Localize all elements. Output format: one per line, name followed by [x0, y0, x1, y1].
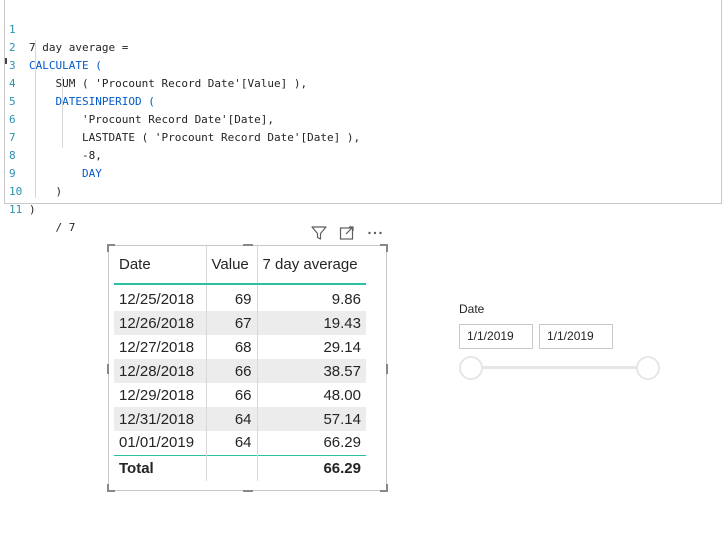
- total-7-day-average: 66.29: [256, 454, 366, 481]
- code-text: ): [29, 185, 63, 198]
- table-row: 12/28/2018 66 38.57: [114, 359, 366, 383]
- code-text: LASTDATE ( 'Procount Record Date'[Date] …: [29, 131, 361, 144]
- cell-7-day-average: 38.57: [256, 359, 366, 383]
- cell-7-day-average: 66.29: [256, 431, 366, 455]
- table-row: 12/26/2018 67 19.43: [114, 311, 366, 335]
- cell-7-day-average: 48.00: [256, 383, 366, 407]
- table-header-row: Date Value 7 day average: [114, 246, 366, 285]
- code-line: 7 -8,: [5, 111, 102, 162]
- column-header-value[interactable]: Value: [205, 246, 257, 285]
- code-line: 11 / 7: [5, 183, 75, 234]
- filter-icon[interactable]: [310, 224, 328, 242]
- code-line: 5 'Procount Record Date'[Date],: [5, 75, 274, 126]
- table-row: 12/27/2018 68 29.14: [114, 335, 366, 359]
- code-line: 2 CALCULATE (: [5, 21, 102, 72]
- slicer-start-date-input[interactable]: 1/1/2019: [459, 324, 533, 349]
- resize-handle-top-right[interactable]: [380, 244, 388, 252]
- total-row: Total 66.29: [114, 454, 366, 481]
- cell-date: 12/27/2018: [119, 338, 195, 356]
- indent-guide: [62, 76, 63, 148]
- cell-value: 66: [205, 359, 257, 383]
- code-text: CALCULATE (: [29, 59, 102, 72]
- code-text: 'Procount Record Date'[Date],: [29, 113, 275, 126]
- cell-value: 66: [205, 383, 257, 407]
- cell-value: 64: [205, 407, 257, 431]
- resize-handle-right[interactable]: [386, 364, 388, 374]
- code-text: DATESINPERIOD (: [29, 95, 155, 108]
- code-text: -8,: [29, 149, 102, 162]
- table-row: 01/01/2019 64 66.29: [114, 431, 366, 455]
- cell-7-day-average: 19.43: [256, 311, 366, 335]
- resize-handle-bottom-right[interactable]: [380, 484, 388, 492]
- cell-value: 64: [205, 431, 257, 455]
- column-header-7-day-average[interactable]: 7 day average: [256, 246, 366, 285]
- cell-7-day-average: 9.86: [256, 287, 366, 311]
- code-line: 10 ): [5, 165, 36, 216]
- code-line: 8 DAY: [5, 129, 102, 180]
- dax-formula-editor[interactable]: 1 7 day average = 2 CALCULATE ( 3 SUM ( …: [4, 0, 722, 234]
- cell-date: 12/26/2018: [114, 311, 206, 335]
- cell-date: 12/28/2018: [114, 359, 206, 383]
- slicer-start-handle[interactable]: [459, 356, 483, 380]
- code-line: 3 SUM ( 'Procount Record Date'[Value] ),: [5, 39, 307, 90]
- code-line: 9 ): [5, 147, 62, 198]
- code-text: SUM ( 'Procount Record Date'[Value] ),: [29, 77, 308, 90]
- table-visual[interactable]: Date Value 7 day average 12/25/2018 69 9…: [107, 244, 388, 492]
- cell-date: 01/01/2019: [119, 434, 195, 452]
- code-text: 7 day average =: [29, 41, 129, 54]
- slicer-title: Date: [459, 302, 485, 316]
- visual-header: [308, 224, 388, 242]
- resize-handle-bottom[interactable]: [243, 490, 253, 492]
- cell-value: 69: [205, 287, 257, 311]
- indent-guide: [35, 40, 36, 198]
- cell-7-day-average: 29.14: [256, 335, 366, 359]
- focus-mode-icon[interactable]: [338, 224, 356, 242]
- total-value: [205, 454, 257, 481]
- code-line: 6 LASTDATE ( 'Procount Record Date'[Date…: [5, 93, 360, 144]
- resize-handle-left[interactable]: [107, 364, 109, 374]
- slicer-end-handle[interactable]: [636, 356, 660, 380]
- cell-date: 12/25/2018: [119, 290, 195, 308]
- cell-date: 12/31/2018: [114, 407, 206, 431]
- table-row: 12/31/2018 64 57.14: [114, 407, 366, 431]
- total-label: Total: [114, 454, 206, 481]
- resize-handle-bottom-left[interactable]: [107, 484, 115, 492]
- more-options-icon[interactable]: [366, 224, 384, 242]
- slicer-track[interactable]: [470, 366, 650, 369]
- column-header-date[interactable]: Date: [114, 246, 206, 285]
- cell-value: 68: [205, 335, 257, 359]
- cell-date: 12/29/2018: [119, 386, 195, 404]
- cell-7-day-average: 57.14: [256, 407, 366, 431]
- table-row: 12/29/2018 66 48.00: [114, 383, 366, 407]
- table-row: 12/25/2018 69 9.86: [114, 287, 366, 311]
- code-line: 1 7 day average =: [5, 3, 128, 54]
- code-text: DAY: [29, 167, 102, 180]
- data-table: Date Value 7 day average 12/25/2018 69 9…: [114, 246, 366, 481]
- date-slicer: Date 1/1/2019 1/1/2019: [458, 300, 668, 390]
- slicer-end-date-input[interactable]: 1/1/2019: [539, 324, 613, 349]
- code-text: / 7: [29, 221, 76, 234]
- code-line: 4 DATESINPERIOD (: [5, 57, 155, 108]
- line-number: 11: [9, 203, 23, 216]
- cell-value: 67: [205, 311, 257, 335]
